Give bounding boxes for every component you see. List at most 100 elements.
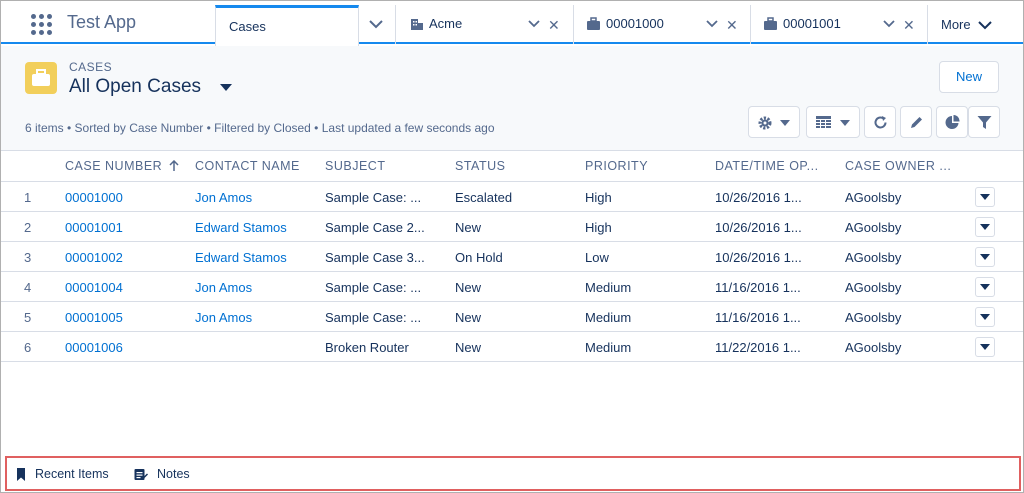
case-owner-cell: AGoolsby [845,340,902,355]
table-header: CASE NUMBER CONTACT NAME SUBJECT STATUS … [1,151,1023,182]
priority-cell: Medium [585,310,632,325]
notes-icon [134,469,148,480]
edit-list-button[interactable] [900,106,932,138]
utility-bar: Recent Items Notes [5,456,1021,491]
close-icon[interactable]: ✕ [726,17,738,34]
table-row: 3 00001002 Edward Stamos Sample Case 3..… [1,242,1023,272]
close-icon[interactable]: ✕ [548,17,560,34]
status-cell: New [455,340,482,355]
list-view-title[interactable]: All Open Cases [69,76,201,98]
app-launcher-icon[interactable] [29,12,53,36]
priority-cell: High [585,190,612,205]
caret-down-icon [980,314,990,320]
column-header-case-number[interactable]: CASE NUMBER [65,159,162,173]
arrow-up-icon [169,160,179,171]
column-header-case-owner[interactable]: CASE OWNER ... [845,159,951,173]
tab-acme[interactable]: Acme ✕ [395,5,573,44]
caret-down-icon [840,120,850,126]
row-actions-button[interactable] [975,247,995,267]
table-row: 2 00001001 Edward Stamos Sample Case 2..… [1,212,1023,242]
close-icon[interactable]: ✕ [903,17,915,34]
date-opened-cell: 11/16/2016 1... [715,310,801,325]
briefcase-icon [32,69,50,86]
table-row: 4 00001004 Jon Amos Sample Case: ... New… [1,272,1023,302]
chevron-down-icon[interactable] [528,19,540,28]
chevron-down-icon[interactable] [706,19,718,28]
briefcase-icon [587,17,600,30]
chevron-down-icon [978,21,992,30]
app-name: Test App [67,12,137,32]
list-view-header: CASES All Open Cases New 6 items • Sorte… [1,46,1023,151]
column-header-contact-name[interactable]: CONTACT NAME [195,159,300,173]
list-settings-button[interactable] [748,106,800,138]
new-button[interactable]: New [939,61,999,93]
filter-icon [977,116,992,129]
priority-cell: Low [585,250,609,265]
case-number-link[interactable]: 00001006 [65,340,123,355]
priority-cell: Medium [585,340,632,355]
date-opened-cell: 10/26/2016 1... [715,190,802,205]
status-cell: New [455,280,482,295]
chevron-down-icon[interactable] [883,19,895,28]
top-navigation: Test App Cases Acme ✕ 00001000 ✕ 0000100… [1,1,1023,46]
row-actions-button[interactable] [975,187,995,207]
contact-name-link[interactable]: Jon Amos [195,280,252,295]
refresh-button[interactable] [864,106,896,138]
column-header-date-opened[interactable]: DATE/TIME OP... [715,159,819,173]
utility-item-recent-items[interactable]: Recent Items [7,458,119,489]
tab-label: 00001001 [783,16,841,31]
tab-cases-menu[interactable] [359,5,395,44]
row-number: 4 [24,280,32,295]
status-cell: Escalated [455,190,513,205]
case-number-link[interactable]: 00001001 [65,220,123,235]
row-number: 1 [24,190,32,205]
contact-name-link[interactable]: Edward Stamos [195,220,287,235]
row-actions-button[interactable] [975,277,995,297]
display-as-button[interactable] [806,106,860,138]
tab-case-00001001[interactable]: 00001001 ✕ [750,5,927,44]
case-number-link[interactable]: 00001004 [65,280,123,295]
tab-label: 00001000 [606,16,664,31]
pie-chart-icon [945,115,960,129]
chevron-down-icon [369,20,383,29]
case-number-link[interactable]: 00001005 [65,310,123,325]
contact-name-link[interactable]: Jon Amos [195,310,252,325]
table-row: 1 00001000 Jon Amos Sample Case: ... Esc… [1,182,1023,212]
subject-cell: Broken Router [325,340,409,355]
subject-cell: Sample Case: ... [325,280,422,295]
contact-name-link[interactable]: Edward Stamos [195,250,287,265]
tab-label: Cases [229,19,266,34]
row-actions-button[interactable] [975,307,995,327]
caret-down-icon [980,284,990,290]
row-number: 5 [24,310,32,325]
case-number-link[interactable]: 00001002 [65,250,123,265]
date-opened-cell: 11/22/2016 1... [715,340,801,355]
tab-label: Acme [429,16,463,31]
tab-case-00001000[interactable]: 00001000 ✕ [573,5,750,44]
utility-item-notes[interactable]: Notes [127,458,207,489]
more-tabs-button[interactable]: More [927,5,1023,44]
row-number: 2 [24,220,32,235]
case-number-link[interactable]: 00001000 [65,190,123,205]
column-header-subject[interactable]: SUBJECT [325,159,385,173]
row-actions-button[interactable] [975,217,995,237]
date-opened-cell: 10/26/2016 1... [715,250,802,265]
caret-down-icon [980,224,990,230]
more-label: More [941,17,971,32]
date-opened-cell: 10/26/2016 1... [715,220,802,235]
column-header-status[interactable]: STATUS [455,159,505,173]
priority-cell: High [585,220,612,235]
row-actions-button[interactable] [975,337,995,357]
case-owner-cell: AGoolsby [845,220,902,235]
pencil-icon [911,117,922,128]
contact-name-link[interactable]: Jon Amos [195,190,252,205]
date-opened-cell: 11/16/2016 1... [715,280,801,295]
case-owner-cell: AGoolsby [845,280,902,295]
refresh-icon [874,116,887,129]
caret-down-icon[interactable] [219,83,233,92]
filter-button[interactable] [968,106,1000,138]
tab-cases[interactable]: Cases [215,5,359,46]
caret-down-icon [780,120,790,126]
column-header-priority[interactable]: PRIORITY [585,159,648,173]
charts-button[interactable] [936,106,968,138]
